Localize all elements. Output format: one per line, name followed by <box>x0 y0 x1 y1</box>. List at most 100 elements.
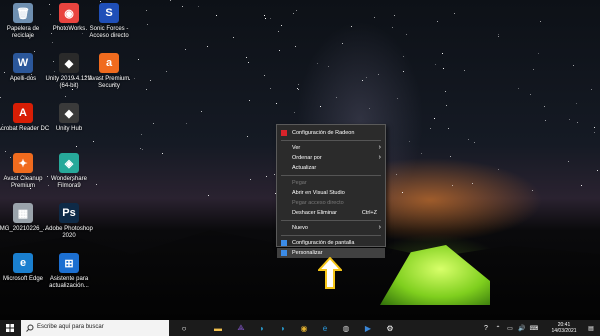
star <box>498 33 500 35</box>
start-button[interactable] <box>0 320 20 336</box>
menu-item-ordenar-por[interactable]: Ordenar por › <box>277 153 385 163</box>
chevron-up-icon[interactable]: ⌃ <box>493 320 503 336</box>
desktop-icon[interactable]: a Avast Premium Security <box>82 53 136 90</box>
volume-icon[interactable]: 🔊 <box>517 320 527 336</box>
star <box>537 52 539 54</box>
star <box>576 121 578 123</box>
star <box>266 176 268 178</box>
desktop-icon-label: Wondershare Filmora9 <box>51 176 87 189</box>
visual-studio-icon[interactable]: ⟁ <box>233 320 249 336</box>
star <box>208 195 210 197</box>
star <box>250 178 252 180</box>
edge-taskbar-icon[interactable]: e <box>317 320 333 336</box>
video-icon[interactable]: ▶ <box>360 320 376 336</box>
star <box>445 105 447 107</box>
star <box>276 103 278 105</box>
notifications-icon[interactable]: ▤ <box>585 320 597 336</box>
taskbar: Escribe aquí para buscar ○ ▬ ⟁ ◗ ◗ ◉ e ◍ ▶ ⚙ ? ⌃ … <box>0 320 600 336</box>
star <box>296 10 298 12</box>
chevron-right-icon: › <box>378 224 381 231</box>
desktop-icon-label: Sonic Forces - Acceso directo <box>89 26 129 39</box>
star <box>444 91 446 93</box>
windows-update-assistant-icon: ⊞ <box>59 253 79 273</box>
star <box>170 0 172 1</box>
star <box>319 105 321 107</box>
star <box>249 99 251 101</box>
search-input[interactable]: Escribe aquí para buscar <box>21 320 169 336</box>
star <box>544 119 546 121</box>
settings-icon[interactable]: ⚙ <box>382 320 398 336</box>
radeon-icon <box>281 130 287 136</box>
desktop-icon[interactable]: Ps Adobe Photoshop 2020 <box>42 203 96 240</box>
star <box>263 75 265 77</box>
star <box>198 5 200 7</box>
menu-item-label: Ver <box>292 145 301 151</box>
network-icon[interactable]: ▭ <box>505 320 515 336</box>
menu-item-configuración-de-pantalla[interactable]: Configuración de pantalla <box>277 238 385 248</box>
photoshop-icon: Ps <box>59 203 79 223</box>
clock[interactable]: 20:41 14/03/2021 <box>547 320 581 336</box>
star <box>141 134 143 136</box>
star <box>498 35 500 37</box>
star <box>142 148 144 150</box>
menu-item-nuevo[interactable]: Nuevo › <box>277 223 385 233</box>
menu-item-deshacer-eliminar[interactable]: Deshacer Eliminar Ctrl+Z <box>277 208 385 218</box>
unity-icon: ◆ <box>59 53 79 73</box>
menu-item-pegar[interactable]: Pegar <box>277 178 385 188</box>
task-view-icon[interactable]: ○ <box>176 320 192 336</box>
star <box>162 153 164 155</box>
desktop-icon[interactable]: ◆ Unity Hub <box>42 103 96 133</box>
menu-item-abrir-en-visual-studio[interactable]: Abrir en Visual Studio <box>277 188 385 198</box>
menu-item-actualizar[interactable]: Actualizar <box>277 163 385 173</box>
menu-item-configuración-de-radeon[interactable]: Configuración de Radeon <box>277 128 385 138</box>
star <box>328 66 330 68</box>
desktop-icon-label: Avast Premium Security <box>88 76 130 89</box>
star <box>396 98 398 100</box>
star <box>394 15 396 17</box>
star <box>295 45 297 47</box>
star <box>596 169 598 171</box>
star <box>443 67 445 69</box>
star <box>406 33 408 35</box>
file-explorer-icon[interactable]: ▬ <box>210 320 226 336</box>
menu-item-shortcut: Ctrl+Z <box>361 210 377 216</box>
star <box>100 0 102 2</box>
star <box>448 128 450 130</box>
star <box>420 153 422 155</box>
help-icon[interactable]: ? <box>481 320 491 336</box>
desktop-icon[interactable]: ◈ Wondershare Filmora9 <box>42 153 96 190</box>
unity-hub-icon: ◆ <box>59 103 79 123</box>
star <box>273 174 275 176</box>
star <box>468 138 470 140</box>
star <box>366 76 368 78</box>
star <box>185 123 187 125</box>
star <box>246 56 248 58</box>
chrome-icon[interactable]: ◉ <box>296 320 312 336</box>
windows-logo-icon <box>6 324 14 332</box>
menu-item-ver[interactable]: Ver › <box>277 143 385 153</box>
dolphin-icon-2[interactable]: ◗ <box>275 320 291 336</box>
sonic-forces-icon: S <box>99 3 119 23</box>
star <box>292 12 294 14</box>
star <box>278 50 280 52</box>
dolphin-icon[interactable]: ◗ <box>254 320 270 336</box>
keyboard-icon[interactable]: ⌨ <box>529 320 539 336</box>
star <box>264 17 266 19</box>
desktop-icon[interactable]: S Sonic Forces - Acceso directo <box>82 3 136 40</box>
menu-item-pegar-acceso-directo[interactable]: Pegar acceso directo <box>277 198 385 208</box>
camera-icon[interactable]: ◍ <box>338 320 354 336</box>
star <box>472 182 474 184</box>
avast-cleanup-icon: ✦ <box>13 153 33 173</box>
star <box>518 88 520 90</box>
star <box>361 80 363 82</box>
star <box>408 141 410 143</box>
star <box>463 70 465 72</box>
desktop-background[interactable]: 🗑 Papelera de reciclaje ◉ PhotoWorks S Sonic … <box>0 0 600 320</box>
desktop-icon[interactable]: ⊞ Asistente para actualización... <box>42 253 96 290</box>
star <box>341 43 343 45</box>
star <box>573 64 575 66</box>
star <box>454 13 456 15</box>
star <box>581 185 583 187</box>
chevron-right-icon: › <box>378 144 381 151</box>
star <box>575 102 577 104</box>
